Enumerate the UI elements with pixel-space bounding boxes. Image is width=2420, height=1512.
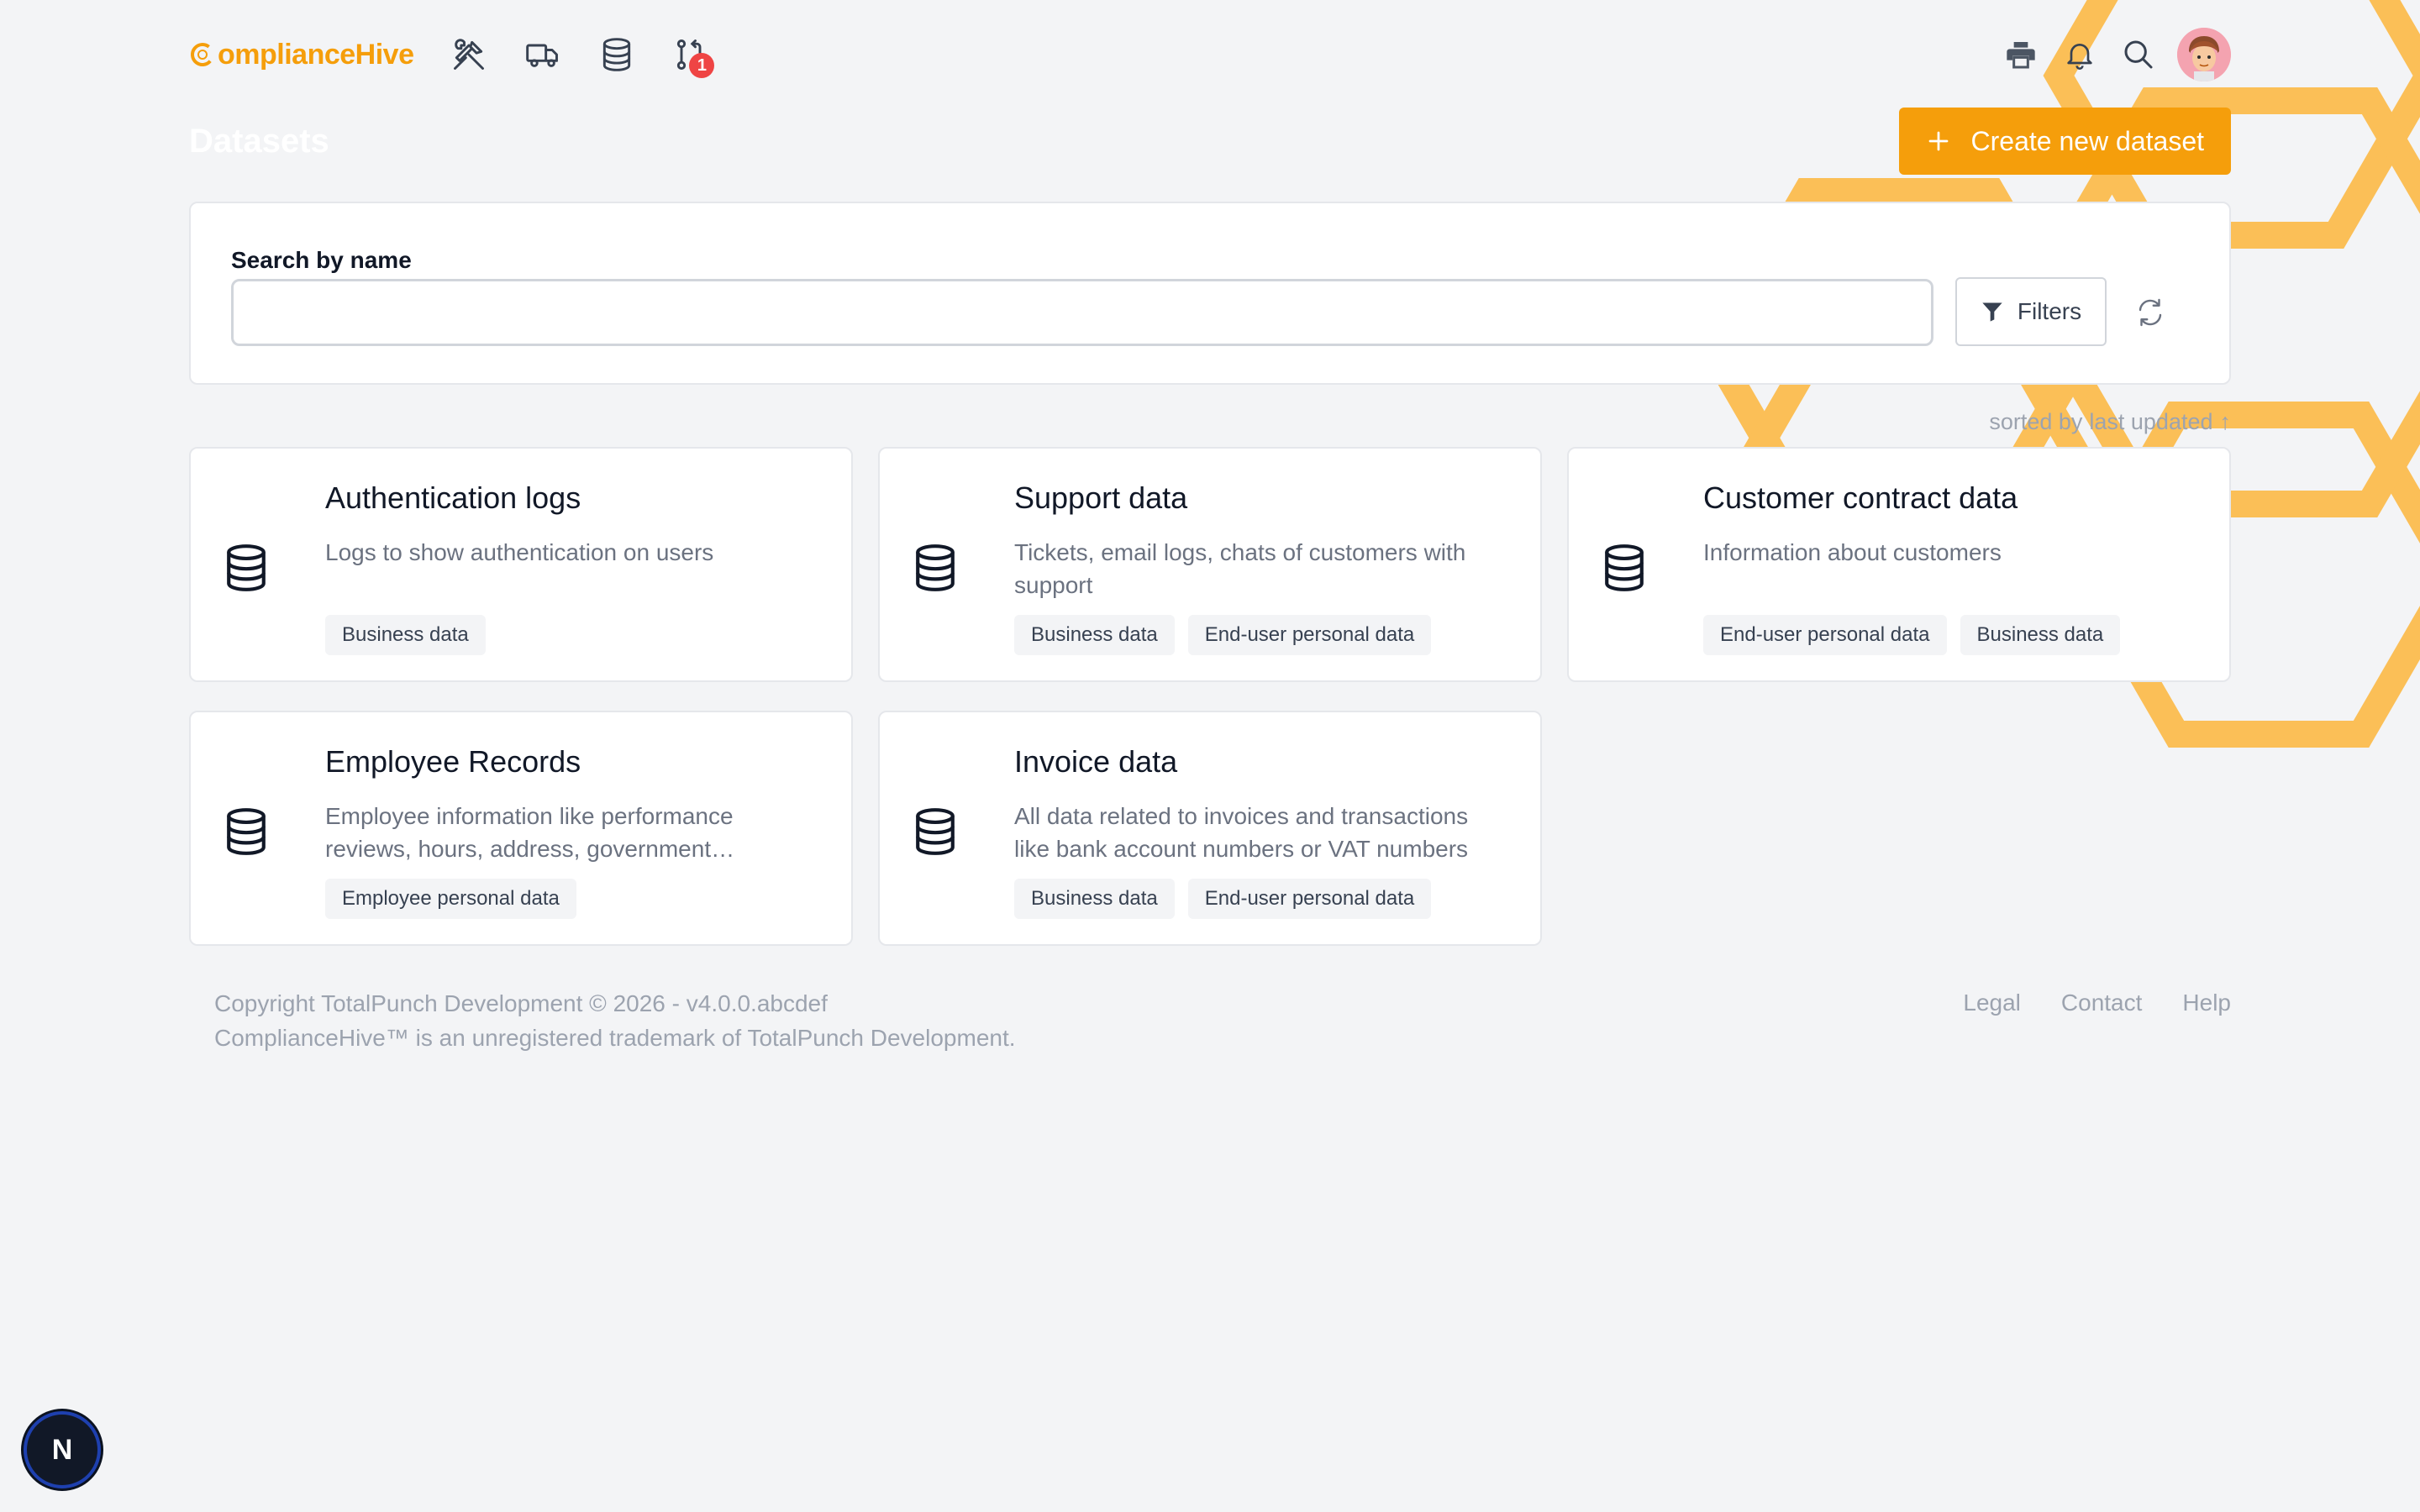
database-icon xyxy=(1601,543,1648,593)
dataset-tag: End-user personal data xyxy=(1703,615,1947,655)
nav-datasets-button[interactable] xyxy=(597,34,637,75)
refresh-icon xyxy=(2139,298,2162,327)
create-dataset-button[interactable]: Create new dataset xyxy=(1898,108,2231,175)
filters-label: Filters xyxy=(2017,298,2082,324)
dataset-card[interactable]: Customer contract data Information about… xyxy=(1567,447,2231,682)
dataset-title: Employee Records xyxy=(325,744,581,779)
dev-tools-button[interactable]: N xyxy=(24,1411,101,1488)
dataset-card[interactable]: Employee Records Employee information li… xyxy=(189,711,853,946)
dataset-title: Customer contract data xyxy=(1703,480,2018,515)
sort-direction-icon[interactable]: ↑ xyxy=(2220,409,2232,435)
top-navbar: omplianceHive 1 xyxy=(189,25,2231,84)
footer-trademark: ComplianceHive™ is an unregistered trade… xyxy=(214,1025,1016,1051)
dataset-tag: Business data xyxy=(325,615,486,655)
logo-text: omplianceHive xyxy=(218,38,414,71)
search-icon xyxy=(2124,40,2153,69)
search-input[interactable] xyxy=(231,279,1933,346)
footer-link-legal[interactable]: Legal xyxy=(1963,990,2021,1016)
create-dataset-label: Create new dataset xyxy=(1970,125,2205,156)
dataset-tag: Business data xyxy=(1014,615,1175,655)
truck-icon xyxy=(526,44,559,67)
dataset-tag: Business data xyxy=(1014,879,1175,919)
dataset-card[interactable]: Invoice data All data related to invoice… xyxy=(878,711,1542,946)
dataset-description: Employee information like performance re… xyxy=(325,803,735,862)
footer-link-contact[interactable]: Contact xyxy=(2061,990,2143,1016)
dataset-description: All data related to invoices and transac… xyxy=(1014,803,1469,862)
dataset-description: Information about customers xyxy=(1703,539,2002,565)
search-label: Search by name xyxy=(231,247,412,273)
nav-tools-button[interactable] xyxy=(449,34,489,75)
printer-icon xyxy=(2007,42,2035,69)
filter-icon xyxy=(1982,302,2002,322)
search-button[interactable] xyxy=(2118,34,2159,75)
logo[interactable]: omplianceHive xyxy=(189,38,414,71)
print-button[interactable] xyxy=(2001,34,2041,75)
dataset-title: Support data xyxy=(1014,480,1188,515)
refresh-button[interactable] xyxy=(2123,286,2177,339)
avatar-face-icon xyxy=(2177,28,2231,81)
sort-field[interactable]: last updated xyxy=(2089,409,2212,435)
filters-button[interactable]: Filters xyxy=(1955,277,2107,346)
footer-link-help[interactable]: Help xyxy=(2182,990,2231,1016)
database-icon xyxy=(603,38,631,71)
dataset-description: Tickets, email logs, chats of customers … xyxy=(1014,539,1466,598)
dataset-card[interactable]: Support data Tickets, email logs, chats … xyxy=(878,447,1542,682)
user-avatar[interactable] xyxy=(2177,28,2231,81)
sort-control: sorted by last updated ↑ xyxy=(189,407,2231,437)
plus-icon xyxy=(1928,131,1948,151)
database-icon xyxy=(912,806,959,857)
dataset-tag: Business data xyxy=(1960,615,2121,655)
dataset-card[interactable]: Authentication logs Logs to show authent… xyxy=(189,447,853,682)
tools-icon xyxy=(454,39,485,70)
footer: Copyright TotalPunch Development © 2026 … xyxy=(189,986,2231,1062)
logo-hive-c-icon xyxy=(191,43,214,66)
nav-requests-button[interactable]: 1 xyxy=(671,34,715,78)
dataset-title: Invoice data xyxy=(1014,744,1178,779)
dataset-tag: End-user personal data xyxy=(1187,615,1432,655)
dev-tools-label: N xyxy=(51,1433,73,1466)
notifications-button[interactable] xyxy=(2060,34,2100,75)
page-title: Datasets xyxy=(189,122,329,160)
search-panel: Search by name Filters xyxy=(189,202,2231,385)
dataset-description: Logs to show authentication on users xyxy=(325,539,714,565)
dataset-title: Authentication logs xyxy=(325,480,581,515)
nav-vendors-button[interactable] xyxy=(523,34,563,75)
database-icon xyxy=(223,543,270,593)
sort-prefix: sorted by xyxy=(1989,408,2083,434)
dataset-tag: Employee personal data xyxy=(325,879,576,919)
dataset-tag: End-user personal data xyxy=(1187,879,1432,919)
notification-badge: 1 xyxy=(689,53,715,78)
database-icon xyxy=(912,543,959,593)
datasets-grid: Authentication logs Logs to show authent… xyxy=(189,447,2231,946)
footer-copyright: Copyright TotalPunch Development © 2026 … xyxy=(214,990,828,1016)
page-header: Datasets Create new dataset xyxy=(189,108,2231,175)
bell-icon xyxy=(2067,44,2092,70)
database-icon xyxy=(223,806,270,857)
